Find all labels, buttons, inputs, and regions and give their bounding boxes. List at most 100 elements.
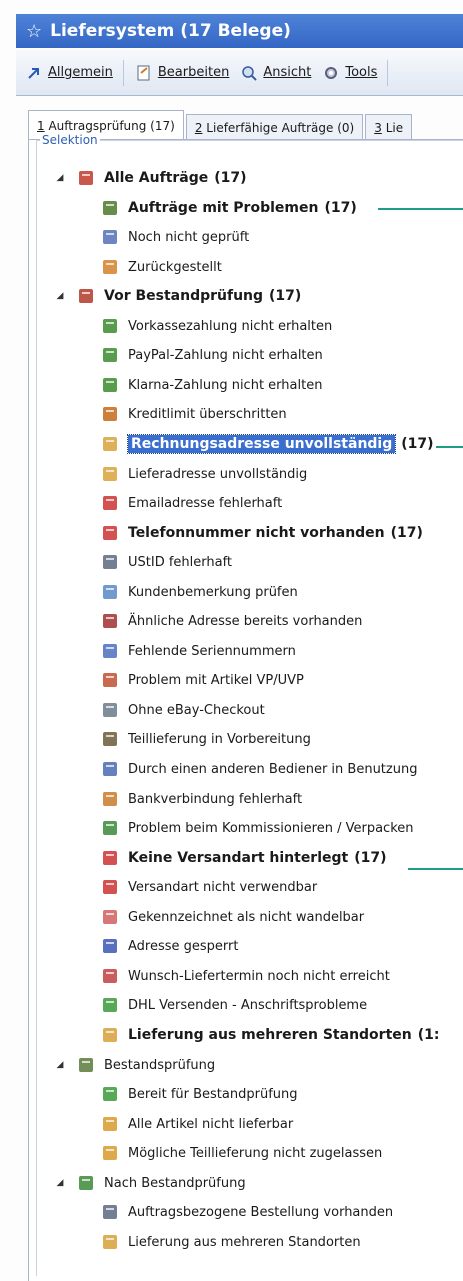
tree-item[interactable]: Alle Artikel nicht lieferbar	[80, 1110, 293, 1138]
tree-item[interactable]: Durch einen anderen Bediener in Benutzun…	[80, 755, 417, 783]
menu-ansicht[interactable]: Ansicht	[239, 63, 311, 83]
tree-item[interactable]: Fehlende Seriennummern	[80, 637, 296, 665]
inventory-icon	[76, 1055, 96, 1075]
tree-item[interactable]: Emailadresse fehlerhaft	[80, 489, 282, 517]
article-error-icon	[100, 1143, 120, 1163]
inventory-icon	[76, 1173, 96, 1193]
callout-arrow	[408, 868, 463, 870]
tree-item[interactable]: Klarna-Zahlung nicht erhalten	[80, 371, 322, 399]
tree-group-node[interactable]: ◢ Alle Aufträge (17)	[52, 164, 247, 192]
document-icon	[100, 227, 120, 247]
tree-group-node[interactable]: ◢ Bestandsprüfung	[52, 1051, 216, 1079]
tree-item-label: Alle Aufträge	[104, 170, 209, 186]
tree-item[interactable]: Mögliche Teillieferung nicht zugelassen	[80, 1139, 382, 1167]
check-document-icon	[100, 1084, 120, 1104]
callout-arrow	[378, 208, 463, 210]
menu-allgemein[interactable]: Allgemein	[24, 63, 113, 83]
tree-item[interactable]: Teillieferung in Vorbereitung	[80, 725, 311, 753]
group-label: Selektion	[40, 133, 100, 147]
tree-item[interactable]: Problem mit Artikel VP/UVP	[80, 666, 304, 694]
people-icon	[100, 611, 120, 631]
tree-item-label: Teillieferung in Vorbereitung	[128, 731, 311, 747]
tree-item-label: Lieferung aus mehreren Standorten	[128, 1234, 361, 1250]
tree-item[interactable]: Wunsch-Liefertermin noch nicht erreicht	[80, 962, 390, 990]
tree-item[interactable]: Adresse gesperrt	[80, 932, 238, 960]
expander-icon[interactable]: ◢	[52, 1178, 68, 1188]
mail-error-icon	[100, 493, 120, 513]
tree-item[interactable]: Noch nicht geprüft	[80, 223, 249, 251]
edit-icon	[134, 63, 154, 83]
tree-item[interactable]: PayPal-Zahlung nicht erhalten	[80, 341, 323, 369]
comment-icon	[100, 582, 120, 602]
tree-item[interactable]: Keine Versandart hinterlegt (17)	[80, 844, 387, 872]
menu-tools[interactable]: Tools	[321, 63, 377, 83]
toolbar-separator	[122, 59, 124, 86]
tree-item-count: (17)	[269, 288, 302, 304]
bank-icon	[100, 789, 120, 809]
tree-item-label: Lieferung aus mehreren Standorten	[128, 1027, 412, 1043]
tree-item[interactable]: Lieferung aus mehreren Standorten (1:	[80, 1021, 439, 1049]
tree-group-node[interactable]: ◢ Nach Bestandprüfung	[52, 1169, 246, 1197]
callout-arrow	[436, 446, 463, 448]
tree-item-label: Telefonnummer nicht vorhanden	[128, 525, 385, 541]
tree-item-label: Nach Bestandprüfung	[104, 1175, 246, 1191]
tree-item[interactable]: Zurückgestellt	[80, 253, 222, 281]
tree-item-count: (17)	[324, 200, 357, 216]
tree-item-label: Mögliche Teillieferung nicht zugelassen	[128, 1145, 383, 1161]
arrow-icon	[24, 63, 44, 83]
tree-item[interactable]: Vorkassezahlung nicht erhalten	[80, 312, 332, 340]
tree-item-label: Durch einen anderen Bediener in Benutzun…	[128, 761, 418, 777]
tree-item-label: Vorkassezahlung nicht erhalten	[128, 318, 333, 334]
tools-icon	[321, 63, 341, 83]
tree-item[interactable]: Ähnliche Adresse bereits vorhanden	[80, 607, 362, 635]
tab-third[interactable]: 3 Lie	[365, 114, 413, 140]
shipping-error-icon	[100, 848, 120, 868]
tree-item-label: UStID fehlerhaft	[128, 554, 233, 570]
expander-icon[interactable]: ◢	[52, 1060, 68, 1070]
tree-item-label: Lieferadresse unvollständig	[128, 466, 308, 482]
expander-icon[interactable]: ◢	[52, 173, 68, 183]
star-icon[interactable]: ☆	[26, 21, 42, 42]
tab-lieferfaehige-auftraege[interactable]: 2 Lieferfähige Aufträge (0)	[185, 114, 364, 140]
id-icon	[100, 552, 120, 572]
tree-item[interactable]: Ohne eBay-Checkout	[80, 696, 265, 724]
tree-item[interactable]: Kreditlimit überschritten	[80, 400, 287, 428]
article-error-icon	[100, 1114, 120, 1134]
tree-item-count: (17)	[390, 525, 423, 541]
menu-bearbeiten[interactable]: Bearbeiten	[134, 63, 229, 83]
tree-item[interactable]: Telefonnummer nicht vorhanden (17)	[80, 519, 423, 547]
toolbar-separator	[387, 59, 389, 86]
tree-item[interactable]: Problem beim Kommissionieren / Verpacken	[80, 814, 414, 842]
tree-item-label: Kreditlimit überschritten	[128, 406, 287, 422]
shipping-error-icon	[100, 877, 120, 897]
tree-item[interactable]: Rechnungsadresse unvollständig (17)	[80, 430, 434, 458]
tree-item-label: Ohne eBay-Checkout	[128, 702, 265, 718]
tree-item[interactable]: Lieferadresse unvollständig	[80, 460, 307, 488]
tree-item[interactable]: Gekennzeichnet als nicht wandelbar	[80, 903, 364, 931]
tree-item[interactable]: Versandart nicht verwendbar	[80, 873, 317, 901]
warehouse-icon	[100, 1232, 120, 1252]
address-icon	[100, 434, 120, 454]
title-bar: ☆ Liefersystem (17 Belege)	[16, 14, 463, 48]
tree-item[interactable]: Lieferung aus mehreren Standorten	[80, 1228, 361, 1256]
tree-item-label: Noch nicht geprüft	[128, 229, 250, 245]
tree-item[interactable]: Bankverbindung fehlerhaft	[80, 785, 302, 813]
tree-item[interactable]: Bereit für Bestandprüfung	[80, 1080, 298, 1108]
tree-item[interactable]: Kundenbemerkung prüfen	[80, 578, 298, 606]
phone-error-icon	[100, 523, 120, 543]
tree-item-label: PayPal-Zahlung nicht erhalten	[128, 347, 323, 363]
truck-icon	[100, 729, 120, 749]
tree-item-count: (17)	[354, 850, 387, 866]
tree-item[interactable]: DHL Versenden - Anschriftsprobleme	[80, 991, 367, 1019]
tree-item[interactable]: Auftragsbezogene Bestellung vorhanden	[80, 1198, 393, 1226]
window-title: Liefersystem (17 Belege)	[50, 21, 291, 41]
tree-item-label: Bankverbindung fehlerhaft	[128, 791, 303, 807]
tree-item[interactable]: UStID fehlerhaft	[80, 548, 232, 576]
expander-icon[interactable]: ◢	[52, 291, 68, 301]
tree-item-label: Vor Bestandprüfung	[104, 288, 264, 304]
tree-group-node[interactable]: ◢ Vor Bestandprüfung (17)	[52, 282, 302, 310]
app-window: ☆ Liefersystem (17 Belege) Allgemein Bea…	[0, 0, 463, 1281]
money-icon	[100, 345, 120, 365]
tree-item-label: Problem mit Artikel VP/UVP	[128, 672, 304, 688]
tree-item[interactable]: Aufträge mit Problemen (17)	[80, 194, 357, 222]
